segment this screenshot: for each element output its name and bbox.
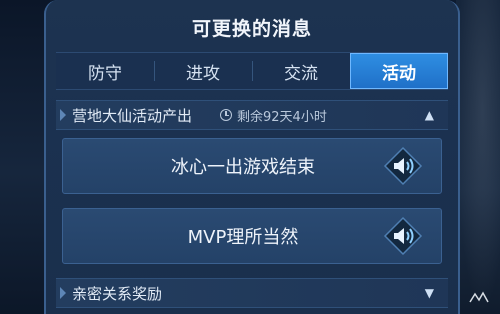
section-title: 亲密关系奖励	[72, 284, 163, 303]
section-marker-icon	[60, 109, 66, 121]
message-item[interactable]: MVP理所当然	[62, 208, 442, 264]
tab-activity[interactable]: 活动	[350, 53, 448, 89]
remaining-time-text: 剩余92天4小时	[237, 109, 327, 125]
corner-decoration-icon	[469, 291, 489, 303]
background-glow	[456, 0, 500, 314]
tab-attack[interactable]: 进攻	[154, 53, 252, 89]
chevron-up-icon[interactable]: ▲	[425, 108, 434, 122]
section-header-intimacy-reward[interactable]: 亲密关系奖励 ▼	[56, 278, 448, 308]
section-header-camp-activity[interactable]: 营地大仙活动产出 剩余92天4小时 ▲	[56, 100, 448, 130]
remaining-time: 剩余92天4小时	[220, 106, 327, 125]
message-item[interactable]: 冰心一出游戏结束	[62, 138, 442, 194]
message-text: 冰心一出游戏结束	[171, 157, 315, 178]
clock-icon	[220, 109, 233, 121]
chevron-down-icon[interactable]: ▼	[425, 286, 434, 300]
speaker-icon[interactable]	[383, 146, 423, 186]
tab-communication[interactable]: 交流	[252, 53, 350, 89]
section-title: 营地大仙活动产出	[72, 106, 193, 125]
background-left	[0, 0, 50, 314]
tab-bar: 防守 进攻 交流 活动	[56, 52, 448, 90]
tab-defense[interactable]: 防守	[56, 53, 154, 89]
speaker-icon[interactable]	[383, 216, 423, 256]
panel-title: 可更换的消息	[191, 18, 312, 40]
message-text: MVP理所当然	[187, 227, 299, 248]
message-panel: 可更换的消息 防守 进攻 交流 活动 营地大仙活动产出 剩余92天4小时 ▲ 冰…	[44, 0, 460, 314]
section-marker-icon	[60, 287, 66, 299]
